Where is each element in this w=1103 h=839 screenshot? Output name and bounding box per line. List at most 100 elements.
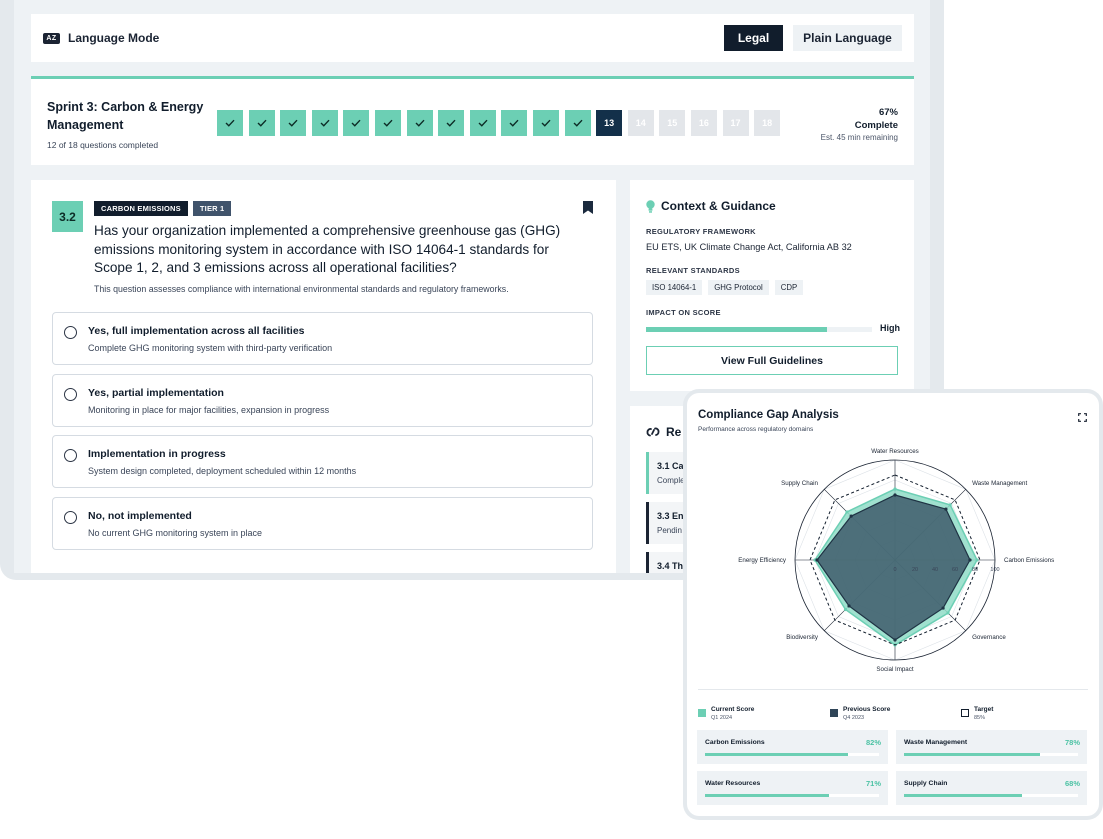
standards-label: RELEVANT STANDARDS — [646, 266, 740, 275]
step-10[interactable] — [501, 110, 528, 136]
answer-option[interactable]: Yes, partial implementation Monitoring i… — [52, 374, 593, 427]
answer-option[interactable]: Yes, full implementation across all faci… — [52, 312, 593, 365]
question-card: 3.2 CARBON EMISSIONS TIER 1 Has your org… — [31, 180, 616, 573]
lightbulb-icon — [646, 199, 655, 213]
step-number: 16 — [698, 118, 709, 128]
radio-button[interactable] — [64, 449, 77, 462]
check-icon — [509, 119, 519, 127]
legal-mode-button[interactable]: Legal — [724, 25, 783, 51]
related-item-title: 3.4 Th — [657, 561, 684, 571]
question-text: Has your organization implemented a comp… — [94, 223, 561, 275]
step-9[interactable] — [469, 110, 496, 136]
step-5[interactable] — [343, 110, 370, 136]
radio-button[interactable] — [64, 511, 77, 524]
legend-item-current: Current Score Q1 2024 — [698, 705, 754, 722]
tile-value: 68% — [1064, 779, 1080, 788]
gap-analysis-title: Compliance Gap Analysis — [698, 409, 839, 421]
score-tile-water[interactable]: Water Resources 71% — [697, 771, 888, 805]
step-4[interactable] — [311, 110, 338, 136]
check-icon — [383, 119, 393, 127]
answer-option[interactable]: No, not implemented No current GHG monit… — [52, 497, 593, 550]
question-number: 3.2 — [52, 201, 83, 232]
tier-tag: TIER 1 — [192, 201, 232, 216]
step-8[interactable] — [438, 110, 465, 136]
standard-chip: ISO 14064-1 — [646, 280, 703, 295]
context-guidance-card: Context & Guidance REGULATORY FRAMEWORK … — [630, 180, 914, 391]
legend-item-target: Target 85% — [961, 705, 993, 722]
impact-bar — [646, 327, 872, 332]
tile-name: Waste Management — [904, 739, 968, 746]
step-number: 18 — [762, 118, 773, 128]
link-icon — [646, 427, 660, 437]
impact-bar-fill — [646, 327, 827, 332]
context-title: Context & Guidance — [661, 199, 776, 213]
step-3[interactable] — [280, 110, 307, 136]
radar-tick-label: 60 — [952, 567, 958, 573]
expand-icon[interactable] — [1078, 413, 1087, 422]
step-6[interactable] — [374, 110, 401, 136]
step-13[interactable]: 13 — [596, 110, 623, 136]
related-title: Re — [666, 425, 682, 439]
category-tag: CARBON EMISSIONS — [94, 201, 188, 216]
impact-value: High — [880, 323, 900, 333]
related-item-status: Comple — [657, 476, 685, 485]
radar-point — [944, 507, 948, 511]
radar-axis-label: Energy Efficiency — [738, 557, 787, 564]
option-description: System design completed, deployment sche… — [88, 466, 357, 476]
standard-chip: GHG Protocol — [708, 280, 769, 295]
sprint-percent: 67% — [878, 107, 898, 118]
step-18[interactable]: 18 — [754, 110, 781, 136]
radio-button[interactable] — [64, 326, 77, 339]
tile-bar — [705, 794, 879, 797]
radar-point — [968, 558, 972, 562]
radar-point — [815, 558, 819, 562]
sprint-complete-label: Complete — [854, 120, 898, 131]
sprint-title: Sprint 3: Carbon & Energy Management — [47, 100, 204, 132]
score-tile-carbon[interactable]: Carbon Emissions 82% — [697, 730, 888, 764]
option-title: Yes, full implementation across all faci… — [88, 325, 305, 337]
related-item-title: 3.3 En — [657, 511, 684, 521]
step-11[interactable] — [532, 110, 559, 136]
step-2[interactable] — [248, 110, 275, 136]
tile-bar-fill — [705, 794, 829, 797]
step-number: 14 — [635, 118, 646, 128]
tile-bar-fill — [705, 753, 848, 756]
framework-value: EU ETS, UK Climate Change Act, Californi… — [646, 242, 852, 252]
step-7[interactable] — [406, 110, 433, 136]
score-tile-supply[interactable]: Supply Chain 68% — [896, 771, 1087, 805]
radar-point — [946, 611, 950, 615]
step-15[interactable]: 15 — [659, 110, 686, 136]
radar-point — [893, 638, 897, 642]
bookmark-icon[interactable] — [583, 201, 593, 214]
legend-item-previous: Previous Score Q4 2023 — [830, 705, 890, 722]
legend-divider — [698, 689, 1088, 690]
language-az-icon: AZ — [43, 32, 60, 44]
question-hint: This question assesses compliance with i… — [94, 284, 509, 294]
radar-axis-label: Carbon Emissions — [1004, 557, 1054, 564]
option-title: Implementation in progress — [88, 448, 226, 460]
chart-legend: Current Score Q1 2024 Previous Score Q4 … — [698, 705, 1088, 725]
legend-period: Q1 2024 — [711, 715, 733, 721]
view-guidelines-button[interactable]: View Full Guidelines — [646, 346, 898, 375]
step-16[interactable]: 16 — [690, 110, 717, 136]
step-14[interactable]: 14 — [627, 110, 654, 136]
step-number: 13 — [604, 118, 615, 128]
radio-button[interactable] — [64, 388, 77, 401]
legend-swatch — [961, 709, 969, 717]
answer-option[interactable]: Implementation in progress System design… — [52, 435, 593, 488]
tablet-frame: Compliance Gap Analysis Performance acro… — [683, 389, 1103, 820]
step-1[interactable] — [217, 110, 243, 136]
radar-axis-label: Supply Chain — [781, 480, 818, 487]
step-17[interactable]: 17 — [722, 110, 749, 136]
language-mode-bar: AZ Language Mode Legal Plain Language — [31, 14, 914, 62]
plain-language-button[interactable]: Plain Language — [793, 25, 902, 51]
radar-point — [941, 606, 945, 610]
radar-tick-label: 80 — [972, 567, 978, 573]
score-tile-waste[interactable]: Waste Management 78% — [896, 730, 1087, 764]
option-description: No current GHG monitoring system in plac… — [88, 528, 263, 538]
radar-tick-label: 0 — [893, 567, 896, 573]
radar-point — [845, 510, 849, 514]
step-12[interactable] — [564, 110, 591, 136]
legend-swatch — [830, 709, 838, 717]
check-icon — [541, 119, 551, 127]
